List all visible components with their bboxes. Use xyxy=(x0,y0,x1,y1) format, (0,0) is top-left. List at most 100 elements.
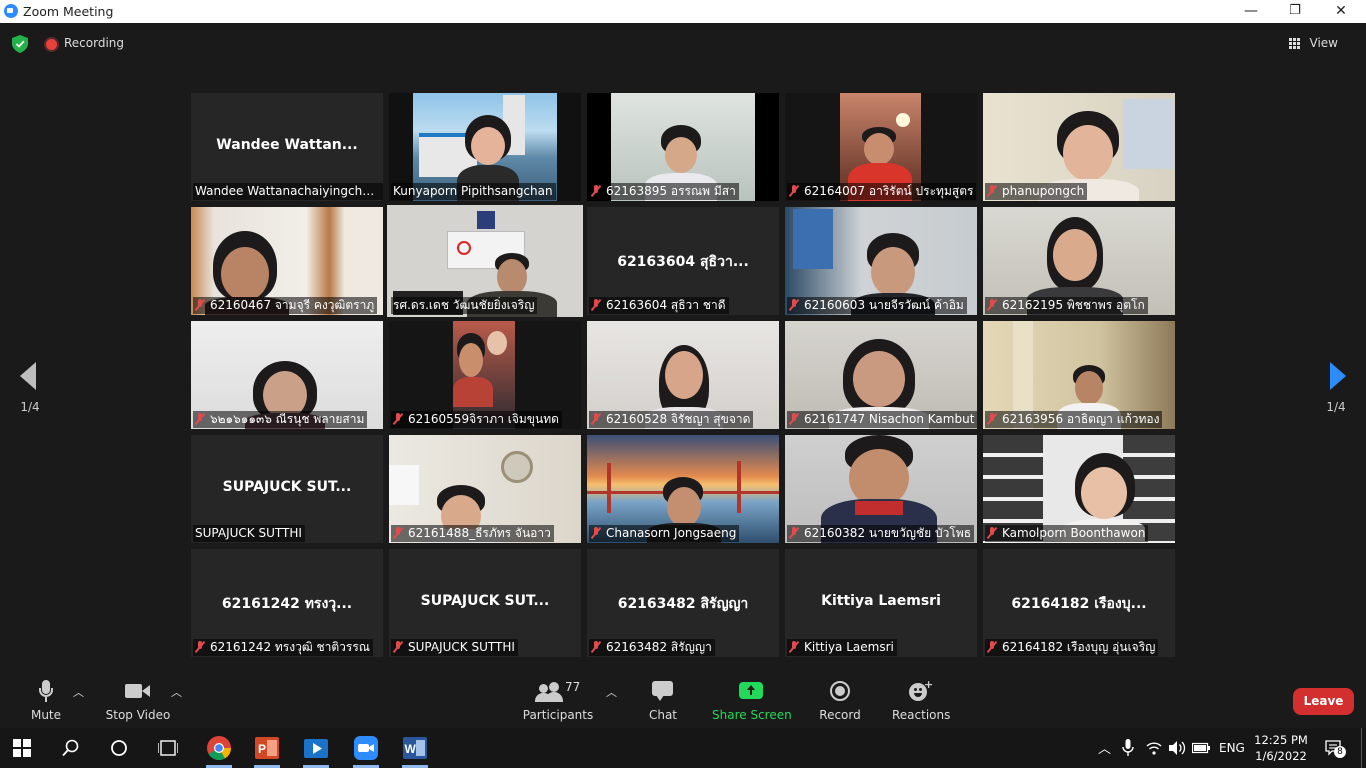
participant-name-display: 62163604 สุธิวา... xyxy=(617,254,749,270)
notification-count-badge: 8 xyxy=(1334,746,1346,758)
video-tile[interactable]: 62160467 จามจุรี คงวุฒิตราภู xyxy=(191,207,383,315)
stop-video-button[interactable]: Stop Video xyxy=(104,678,172,722)
mic-muted-icon xyxy=(591,185,601,197)
video-tile[interactable]: phanupongch xyxy=(983,93,1175,201)
zoom-taskbar-icon[interactable] xyxy=(353,735,379,761)
participants-label: Participants xyxy=(522,708,594,722)
participants-options-caret-icon[interactable]: ︿ xyxy=(606,684,617,700)
video-tile[interactable]: 62163895 อรรณพ มีสา xyxy=(587,93,779,201)
meeting-top-bar: Recording View xyxy=(0,23,1366,65)
participant-name-display: 62163482 สิรัญญา xyxy=(617,596,749,612)
video-tile[interactable]: 62160559จิราภา เจิมขุนทด xyxy=(389,321,581,429)
video-tile[interactable]: 62163604 สุธิวา... 62163604 สุธิวา ชาดี xyxy=(587,207,779,315)
participant-label: 62160559จิราภา เจิมขุนทด xyxy=(391,411,562,428)
language-indicator[interactable]: ENG xyxy=(1219,741,1245,755)
video-tile[interactable]: Chanasorn Jongsaeng xyxy=(587,435,779,543)
participant-label: 62162195 พิชชาพร อุตโก xyxy=(985,297,1148,314)
participant-label: 62163956 อาธิตญา แก้วทอง xyxy=(985,411,1163,428)
mute-button[interactable]: Mute xyxy=(22,678,70,722)
video-tile[interactable]: Kittiya Laemsri Kittiya Laemsri xyxy=(785,549,977,657)
mic-muted-icon xyxy=(789,527,799,539)
clock-date: 1/6/2022 xyxy=(1255,749,1307,763)
next-page-arrow-icon[interactable] xyxy=(1330,362,1346,390)
video-tile[interactable]: 62163956 อาธิตญา แก้วทอง xyxy=(983,321,1175,429)
participant-label: 62161242 ทรงวุฒิ ชาติวรรณ xyxy=(193,639,373,656)
participant-name-display: Kittiya Laemsri xyxy=(821,593,941,609)
video-tile[interactable]: 62161747 Nisachon Kambut xyxy=(785,321,977,429)
video-tile[interactable]: 62162195 พิชชาพร อุตโก xyxy=(983,207,1175,315)
grid-view-icon[interactable] xyxy=(1289,38,1300,49)
video-camera-icon xyxy=(125,678,151,704)
mute-label: Mute xyxy=(30,708,62,722)
mic-muted-icon xyxy=(195,413,205,425)
video-tile[interactable]: 62164007 อาริรัตน์ ประทุมสูตร xyxy=(785,93,977,201)
participant-label: 62161747 Nisachon Kambut xyxy=(787,411,977,428)
reactions-button[interactable]: + Reactions xyxy=(892,678,950,722)
system-clock[interactable]: 12:25 PM 1/6/2022 xyxy=(1250,732,1312,764)
media-player-icon[interactable] xyxy=(303,735,329,761)
video-tile[interactable]: 62161242 ทรงวุ... 62161242 ทรงวุฒิ ชาติว… xyxy=(191,549,383,657)
participants-button[interactable]: 77 Participants xyxy=(522,678,594,722)
powerpoint-icon[interactable]: P xyxy=(254,735,280,761)
video-tile[interactable]: 62164182 เรืองบุ... 62164182 เรืองบุญ อุ… xyxy=(983,549,1175,657)
video-tile[interactable]: Wandee Wattan... Wandee Wattanachaiyingc… xyxy=(191,93,383,201)
mic-muted-icon xyxy=(789,299,799,311)
share-screen-button[interactable]: Share Screen xyxy=(712,678,792,722)
participant-label: Kunyaporn Pipithsangchan xyxy=(391,183,556,200)
video-tile[interactable]: Kunyaporn Pipithsangchan xyxy=(389,93,581,201)
page-indicator-left: 1/4 xyxy=(20,400,40,414)
video-tile[interactable]: SUPAJUCK SUT... SUPAJUCK SUTTHI xyxy=(191,435,383,543)
video-tile[interactable]: SUPAJUCK SUT... SUPAJUCK SUTTHI xyxy=(389,549,581,657)
video-tile[interactable]: 62161488_ธีรภัทร จันอาว xyxy=(389,435,581,543)
mic-muted-icon xyxy=(393,413,403,425)
task-view-icon[interactable] xyxy=(158,739,178,757)
minimize-button[interactable]: — xyxy=(1228,0,1274,23)
recording-dot-icon xyxy=(46,39,57,50)
video-options-caret-icon[interactable]: ︿ xyxy=(171,684,182,700)
security-shield-icon[interactable] xyxy=(12,35,28,53)
title-bar: Zoom Meeting — ❐ ✕ xyxy=(0,0,1366,23)
video-tile[interactable]: 62160603 นายจีรวัฒน์ ค้าอิม xyxy=(785,207,977,315)
mic-muted-icon xyxy=(789,413,799,425)
mic-muted-icon xyxy=(987,527,997,539)
microphone-tray-icon[interactable] xyxy=(1122,739,1134,757)
participant-name-display: 62164182 เรืองบุ... xyxy=(1011,596,1147,612)
record-label: Record xyxy=(819,708,861,722)
battery-icon[interactable] xyxy=(1192,742,1210,754)
microphone-icon xyxy=(36,678,56,704)
windows-start-icon[interactable] xyxy=(13,739,31,757)
video-tile[interactable]: 62160528 จิรัชญา สุขจาด xyxy=(587,321,779,429)
search-icon[interactable] xyxy=(62,739,80,757)
notification-center-icon[interactable]: 8 xyxy=(1324,738,1346,758)
participant-label: 62164007 อาริรัตน์ ประทุมสูตร xyxy=(787,183,977,200)
participant-label: 62160467 จามจุรี คงวุฒิตราภู xyxy=(193,297,378,314)
participant-label: รศ.ดร.เดช วัฒนชัยยิ่งเจริญ xyxy=(391,297,538,314)
mic-muted-icon xyxy=(393,641,403,653)
video-tile[interactable]: 62160382 นายขวัญชัย บัวโพธ xyxy=(785,435,977,543)
maximize-button[interactable]: ❐ xyxy=(1272,0,1318,23)
word-icon[interactable]: W xyxy=(402,735,428,761)
tray-overflow-caret-icon[interactable]: ︿ xyxy=(1098,738,1111,757)
participant-label: Wandee Wattanachaiyingcharoen xyxy=(193,183,383,200)
leave-button[interactable]: Leave xyxy=(1293,688,1354,715)
previous-page-arrow-icon[interactable] xyxy=(20,362,36,390)
video-tile-active-speaker[interactable]: รศ.ดร.เดช วัฒนชัยยิ่งเจริญ xyxy=(387,205,583,317)
audio-options-caret-icon[interactable]: ︿ xyxy=(73,684,84,700)
recording-label[interactable]: Recording xyxy=(64,36,124,50)
video-tile[interactable]: Kamolporn Boonthawon xyxy=(983,435,1175,543)
participant-label: 62163604 สุธิวา ชาดี xyxy=(589,297,729,314)
cortana-icon[interactable] xyxy=(110,739,128,757)
view-button[interactable]: View xyxy=(1310,36,1338,50)
record-button[interactable]: Record xyxy=(816,678,864,722)
participant-label: 62161488_ธีรภัทร จันอาว xyxy=(391,525,554,542)
chat-button[interactable]: Chat xyxy=(640,678,686,722)
video-tile[interactable]: ๖๒๑๖๑๑๓๖ ณีรนุช พลายสาม xyxy=(191,321,383,429)
mic-muted-icon xyxy=(987,413,997,425)
chrome-icon[interactable] xyxy=(206,735,232,761)
video-tile[interactable]: 62163482 สิรัญญา 62163482 สิรัญญา xyxy=(587,549,779,657)
participant-label: Kittiya Laemsri xyxy=(787,639,897,656)
close-button[interactable]: ✕ xyxy=(1318,0,1364,23)
wifi-icon[interactable] xyxy=(1146,740,1162,756)
volume-icon[interactable] xyxy=(1168,740,1186,756)
share-screen-label: Share Screen xyxy=(712,708,792,722)
